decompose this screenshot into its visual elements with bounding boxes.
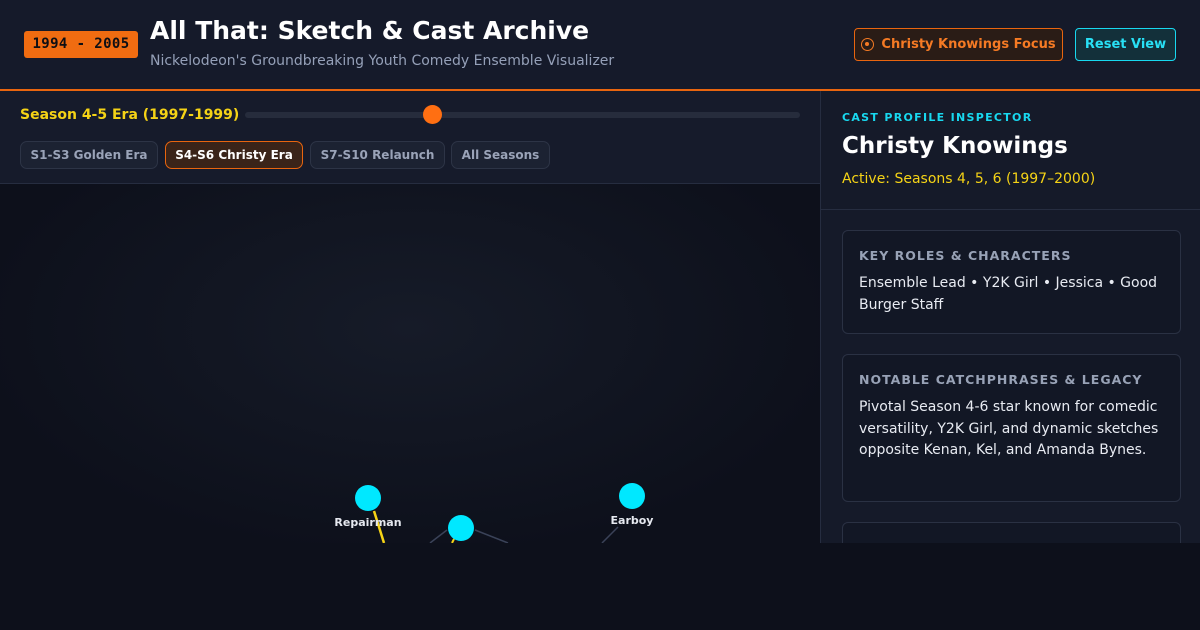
page-title: All That: Sketch & Cast Archive bbox=[150, 16, 590, 45]
cast-inspector-panel: CAST PROFILE INSPECTOR Christy Knowings … bbox=[820, 91, 1200, 543]
era-label: Season 4-5 Era (1997-1999) bbox=[20, 107, 240, 123]
inspector-eyebrow: CAST PROFILE INSPECTOR bbox=[842, 111, 1033, 124]
legacy-card-title: NOTABLE CATCHPHRASES & LEGACY bbox=[859, 372, 1143, 387]
chip-s4-s6[interactable]: S4-S6 Christy Era bbox=[165, 141, 303, 169]
christy-focus-button[interactable]: Christy Knowings Focus bbox=[854, 28, 1063, 61]
active-seasons: Active: Seasons 4, 5, 6 (1997–2000) bbox=[842, 171, 1096, 187]
extra-card bbox=[842, 522, 1181, 543]
visualizer-panel: Season 4-5 Era (1997-1999) S1-S3 Golden … bbox=[0, 91, 820, 543]
node-label-earboy: Earboy bbox=[611, 514, 654, 527]
app-header: 1994 - 2005 All That: Sketch & Cast Arch… bbox=[0, 0, 1200, 91]
cast-member-name: Christy Knowings bbox=[842, 133, 1068, 159]
network-svg: Repairman Earboy bbox=[334, 483, 654, 543]
season-slider-handle[interactable] bbox=[423, 105, 442, 124]
christy-focus-label: Christy Knowings Focus bbox=[881, 37, 1056, 52]
node-label-repairman: Repairman bbox=[334, 516, 401, 529]
network-edge bbox=[601, 526, 619, 543]
roles-card-title: KEY ROLES & CHARACTERS bbox=[859, 248, 1072, 263]
chip-all-seasons[interactable]: All Seasons bbox=[451, 141, 550, 169]
empty-footer-region bbox=[0, 543, 1200, 630]
inspector-header: CAST PROFILE INSPECTOR Christy Knowings … bbox=[821, 91, 1200, 210]
year-range-badge: 1994 - 2005 bbox=[24, 31, 138, 58]
node-center[interactable] bbox=[448, 515, 474, 541]
network-edge bbox=[474, 529, 509, 543]
roles-card: KEY ROLES & CHARACTERS Ensemble Lead • Y… bbox=[842, 230, 1181, 334]
chip-s7-s10[interactable]: S7-S10 Relaunch bbox=[310, 141, 445, 169]
legacy-card: NOTABLE CATCHPHRASES & LEGACY Pivotal Se… bbox=[842, 354, 1181, 502]
reset-view-button[interactable]: Reset View bbox=[1075, 28, 1176, 61]
page-subtitle: Nickelodeon's Groundbreaking Youth Comed… bbox=[150, 53, 615, 69]
cast-network-graph[interactable]: Repairman Earboy bbox=[0, 184, 820, 543]
legacy-card-body: Pivotal Season 4-6 star known for comedi… bbox=[859, 399, 1159, 458]
season-slider[interactable] bbox=[245, 112, 800, 118]
node-earboy[interactable] bbox=[619, 483, 645, 509]
node-repairman[interactable] bbox=[355, 485, 381, 511]
target-icon bbox=[861, 38, 875, 51]
network-edge bbox=[429, 529, 448, 543]
chip-s1-s3[interactable]: S1-S3 Golden Era bbox=[20, 141, 158, 169]
era-controls: Season 4-5 Era (1997-1999) S1-S3 Golden … bbox=[0, 91, 820, 184]
roles-card-body: Ensemble Lead • Y2K Girl • Jessica • Goo… bbox=[859, 275, 1158, 313]
